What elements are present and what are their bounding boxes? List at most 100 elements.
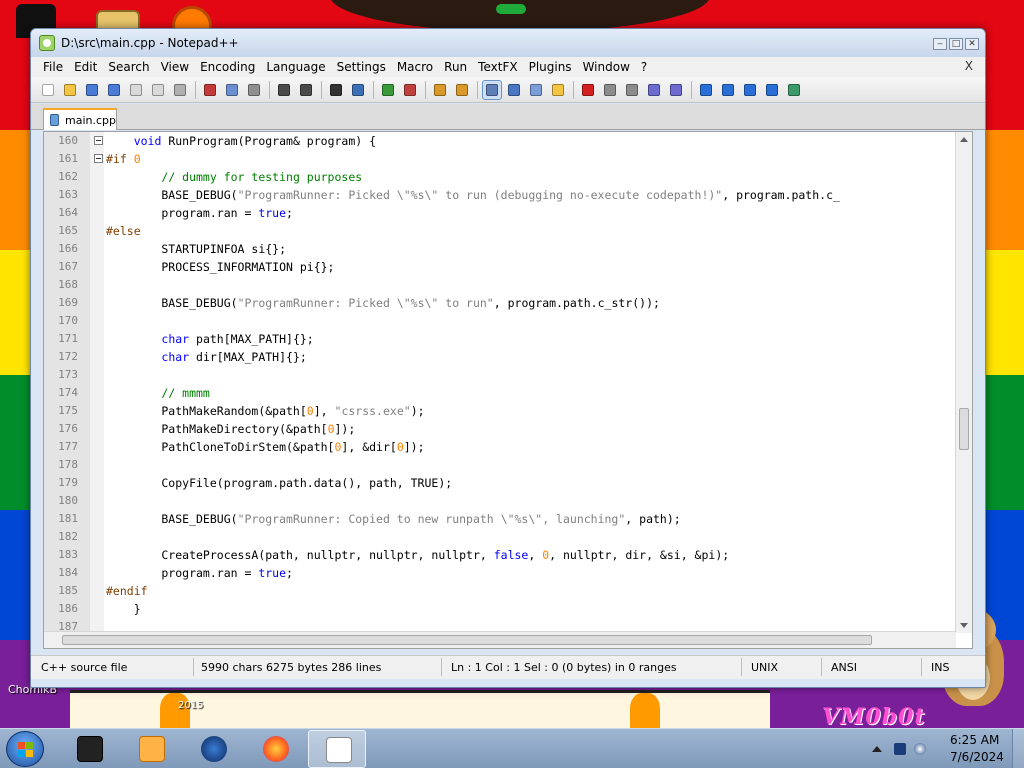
code-line[interactable]: 166 STARTUPINFOA si{};: [44, 240, 956, 258]
redo-icon[interactable]: [297, 81, 315, 99]
show-desktop-button[interactable]: [1012, 729, 1024, 768]
start-button[interactable]: [6, 731, 44, 767]
code-line[interactable]: 183 CreateProcessA(path, nullptr, nullpt…: [44, 546, 956, 564]
word-wrap-icon[interactable]: [482, 79, 502, 100]
find-icon[interactable]: [327, 81, 345, 99]
menu-window[interactable]: Window: [579, 60, 634, 74]
show-hidden-icons-icon[interactable]: [872, 746, 882, 752]
print-icon[interactable]: [171, 81, 189, 99]
code-line[interactable]: 180: [44, 492, 956, 510]
close-button[interactable]: ✕: [965, 38, 979, 50]
code-line[interactable]: 168: [44, 276, 956, 294]
code-line[interactable]: 179 CopyFile(program.path.data(), path, …: [44, 474, 956, 492]
next-bookmark-icon[interactable]: [741, 81, 759, 99]
undo-icon[interactable]: [275, 81, 293, 99]
code-line[interactable]: 163 BASE_DEBUG("ProgramRunner: Picked \"…: [44, 186, 956, 204]
code-line[interactable]: 174 // mmmm: [44, 384, 956, 402]
zoom-out-icon[interactable]: [401, 81, 419, 99]
stop-macro-icon[interactable]: [601, 81, 619, 99]
sync-horizontal-icon[interactable]: [453, 81, 471, 99]
menu-plugins[interactable]: Plugins: [525, 60, 576, 74]
horizontal-scrollbar[interactable]: [44, 631, 956, 648]
code-line[interactable]: 176 PathMakeDirectory(&path[0]);: [44, 420, 956, 438]
indent-guide-icon[interactable]: [527, 81, 545, 99]
fold-toggle-icon[interactable]: [94, 136, 103, 145]
taskbar-terminal-button[interactable]: [60, 730, 118, 768]
menu-file[interactable]: File: [39, 60, 67, 74]
menu-settings[interactable]: Settings: [333, 60, 390, 74]
code-line[interactable]: 170: [44, 312, 956, 330]
horizontal-scroll-thumb[interactable]: [62, 635, 872, 645]
code-line[interactable]: 181 BASE_DEBUG("ProgramRunner: Copied to…: [44, 510, 956, 528]
code-line[interactable]: 185 #endif: [44, 582, 956, 600]
code-line[interactable]: 171 char path[MAX_PATH]{};: [44, 330, 956, 348]
spell-check-icon[interactable]: [785, 81, 803, 99]
taskbar-media-button[interactable]: [122, 730, 180, 768]
save-all-icon[interactable]: [105, 81, 123, 99]
cut-icon[interactable]: [201, 81, 219, 99]
minimize-button[interactable]: ‒: [933, 38, 947, 50]
menu-view[interactable]: View: [157, 60, 193, 74]
clock-date[interactable]: 7/6/2024: [950, 750, 1004, 764]
title-bar[interactable]: D:\src\main.cpp - Notepad++ ‒ □ ✕: [31, 29, 985, 57]
code-line[interactable]: 182: [44, 528, 956, 546]
menu-search[interactable]: Search: [104, 60, 153, 74]
code-line[interactable]: 162 // dummy for testing purposes: [44, 168, 956, 186]
code-line[interactable]: 172 char dir[MAX_PATH]{};: [44, 348, 956, 366]
code-line[interactable]: 160 void RunProgram(Program& program) {: [44, 132, 956, 150]
menu-edit[interactable]: Edit: [70, 60, 101, 74]
close-all-icon[interactable]: [149, 81, 167, 99]
menu-help[interactable]: ?: [637, 60, 651, 74]
scroll-down-icon[interactable]: [960, 623, 968, 628]
new-file-icon[interactable]: [39, 81, 57, 99]
code-line[interactable]: 164 program.ran = true;: [44, 204, 956, 222]
code-line[interactable]: 169 BASE_DEBUG("ProgramRunner: Picked \"…: [44, 294, 956, 312]
show-all-chars-icon[interactable]: [505, 81, 523, 99]
record-macro-icon[interactable]: [579, 81, 597, 99]
code-line[interactable]: 165 #else: [44, 222, 956, 240]
clock-time[interactable]: 6:25 AM: [950, 733, 999, 747]
run-macro-multiple-icon[interactable]: [645, 81, 663, 99]
code-line[interactable]: 186 }: [44, 600, 956, 618]
volume-icon[interactable]: [914, 743, 926, 755]
clear-bookmarks-icon[interactable]: [763, 81, 781, 99]
paste-icon[interactable]: [245, 81, 263, 99]
code-line[interactable]: 178: [44, 456, 956, 474]
fold-toggle-icon[interactable]: [94, 154, 103, 163]
sync-vertical-icon[interactable]: [431, 81, 449, 99]
play-macro-icon[interactable]: [623, 81, 641, 99]
vertical-scrollbar[interactable]: [955, 132, 972, 633]
scroll-up-icon[interactable]: [960, 137, 968, 142]
menu-macro[interactable]: Macro: [393, 60, 437, 74]
taskbar-firefox-button[interactable]: [246, 730, 304, 768]
code-line[interactable]: 184 program.ran = true;: [44, 564, 956, 582]
code-line[interactable]: 175 PathMakeRandom(&path[0], "csrss.exe"…: [44, 402, 956, 420]
save-macro-icon[interactable]: [667, 81, 685, 99]
taskbar-globe-button[interactable]: [184, 730, 242, 768]
code-editor[interactable]: 160 void RunProgram(Program& program) {1…: [43, 131, 973, 649]
zoom-in-icon[interactable]: [379, 81, 397, 99]
code-line[interactable]: 177 PathCloneToDirStem(&path[0], &dir[0]…: [44, 438, 956, 456]
vertical-scroll-thumb[interactable]: [959, 408, 969, 450]
maximize-button[interactable]: □: [949, 38, 963, 50]
open-file-icon[interactable]: [61, 81, 79, 99]
replace-icon[interactable]: [349, 81, 367, 99]
copy-icon[interactable]: [223, 81, 241, 99]
menu-run[interactable]: Run: [440, 60, 471, 74]
menu-language[interactable]: Language: [262, 60, 329, 74]
document-map-icon[interactable]: [549, 81, 567, 99]
code-line[interactable]: 161 #if 0: [44, 150, 956, 168]
code-line[interactable]: 167 PROCESS_INFORMATION pi{};: [44, 258, 956, 276]
action-center-icon[interactable]: [894, 743, 906, 755]
close-icon[interactable]: [127, 81, 145, 99]
close-document-button[interactable]: X: [965, 59, 973, 73]
taskbar-notepadpp-button[interactable]: [308, 730, 366, 768]
code-line[interactable]: 173: [44, 366, 956, 384]
menu-encoding[interactable]: Encoding: [196, 60, 259, 74]
fold-all-icon[interactable]: [697, 81, 715, 99]
prev-bookmark-icon[interactable]: [719, 81, 737, 99]
notepadpp-app-icon[interactable]: [39, 35, 55, 51]
save-icon[interactable]: [83, 81, 101, 99]
tab-main-cpp[interactable]: main.cpp: [43, 108, 117, 130]
menu-textfx[interactable]: TextFX: [474, 60, 521, 74]
